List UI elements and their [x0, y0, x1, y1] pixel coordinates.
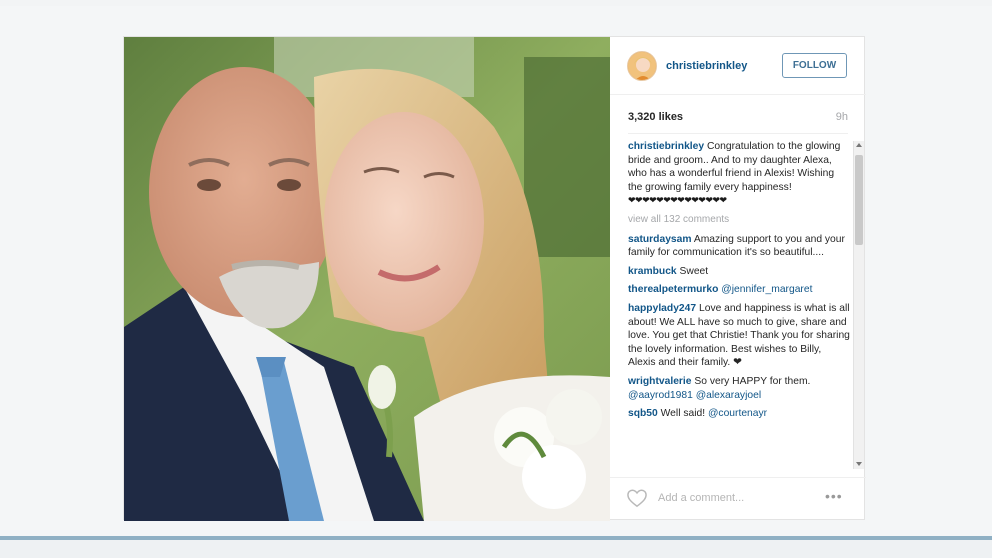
avatar-image: [628, 52, 656, 80]
comment-username[interactable]: sqb50: [628, 408, 658, 419]
heart-outline-icon[interactable]: [626, 488, 648, 508]
comments-scrollbar[interactable]: [853, 141, 864, 469]
scroll-down-arrow-icon[interactable]: [856, 462, 862, 466]
divider: [628, 133, 848, 134]
follow-button[interactable]: FOLLOW: [782, 53, 847, 78]
post-photo[interactable]: [124, 37, 610, 521]
scroll-thumb[interactable]: [855, 155, 863, 245]
list-item: happylady247 Love and happiness is what …: [628, 302, 850, 370]
avatar[interactable]: [627, 51, 657, 81]
add-comment-input[interactable]: [658, 490, 808, 506]
scroll-up-arrow-icon[interactable]: [856, 143, 862, 147]
comment-mention[interactable]: @courtenayr: [708, 408, 767, 419]
comment-mention[interactable]: @jennifer_margaret: [721, 284, 812, 295]
comment-username[interactable]: wrightvalerie: [628, 376, 692, 387]
list-item: saturdaysam Amazing support to you and y…: [628, 233, 850, 260]
post-meta: 3,320 likes 9h: [628, 111, 848, 125]
comment-username[interactable]: saturdaysam: [628, 234, 692, 245]
likes-count[interactable]: 3,320 likes: [628, 111, 683, 123]
list-item: therealpetermurko @jennifer_margaret: [628, 283, 850, 297]
caption: christiebrinkley Congratulation to the g…: [628, 140, 850, 208]
wedding-photo-image: [124, 37, 610, 521]
view-all-comments-link[interactable]: view all 132 comments: [628, 213, 850, 227]
comment-username[interactable]: happylady247: [628, 303, 696, 314]
instagram-post: christiebrinkley FOLLOW 3,320 likes 9h c…: [123, 36, 866, 521]
list-item: krambuck Sweet: [628, 265, 850, 279]
post-header: christiebrinkley FOLLOW: [610, 37, 866, 95]
caption-username[interactable]: christiebrinkley: [628, 141, 704, 152]
username-link[interactable]: christiebrinkley: [666, 60, 747, 72]
post-time: 9h: [835, 111, 848, 123]
comment-text: Well said!: [660, 408, 706, 420]
comment-mention[interactable]: @aayrod1981 @alexarayjoel: [628, 389, 850, 403]
list-item: sqb50 Well said! @courtenayr: [628, 407, 850, 421]
comments-list: christiebrinkley Congratulation to the g…: [628, 140, 850, 468]
comment-footer: •••: [610, 477, 866, 521]
comment-username[interactable]: therealpetermurko: [628, 284, 718, 295]
list-item: wrightvalerie So very HAPPY for them. @a…: [628, 375, 850, 402]
caption-hearts: ❤❤❤❤❤❤❤❤❤❤❤❤❤❤: [628, 195, 727, 206]
more-options-icon[interactable]: •••: [825, 489, 849, 503]
comment-text: So very HAPPY for them.: [694, 375, 811, 387]
post-sidebar: christiebrinkley FOLLOW 3,320 likes 9h c…: [610, 37, 866, 521]
bottom-strip: [0, 540, 992, 558]
comment-text: Sweet: [679, 265, 709, 277]
comment-username[interactable]: krambuck: [628, 266, 677, 277]
